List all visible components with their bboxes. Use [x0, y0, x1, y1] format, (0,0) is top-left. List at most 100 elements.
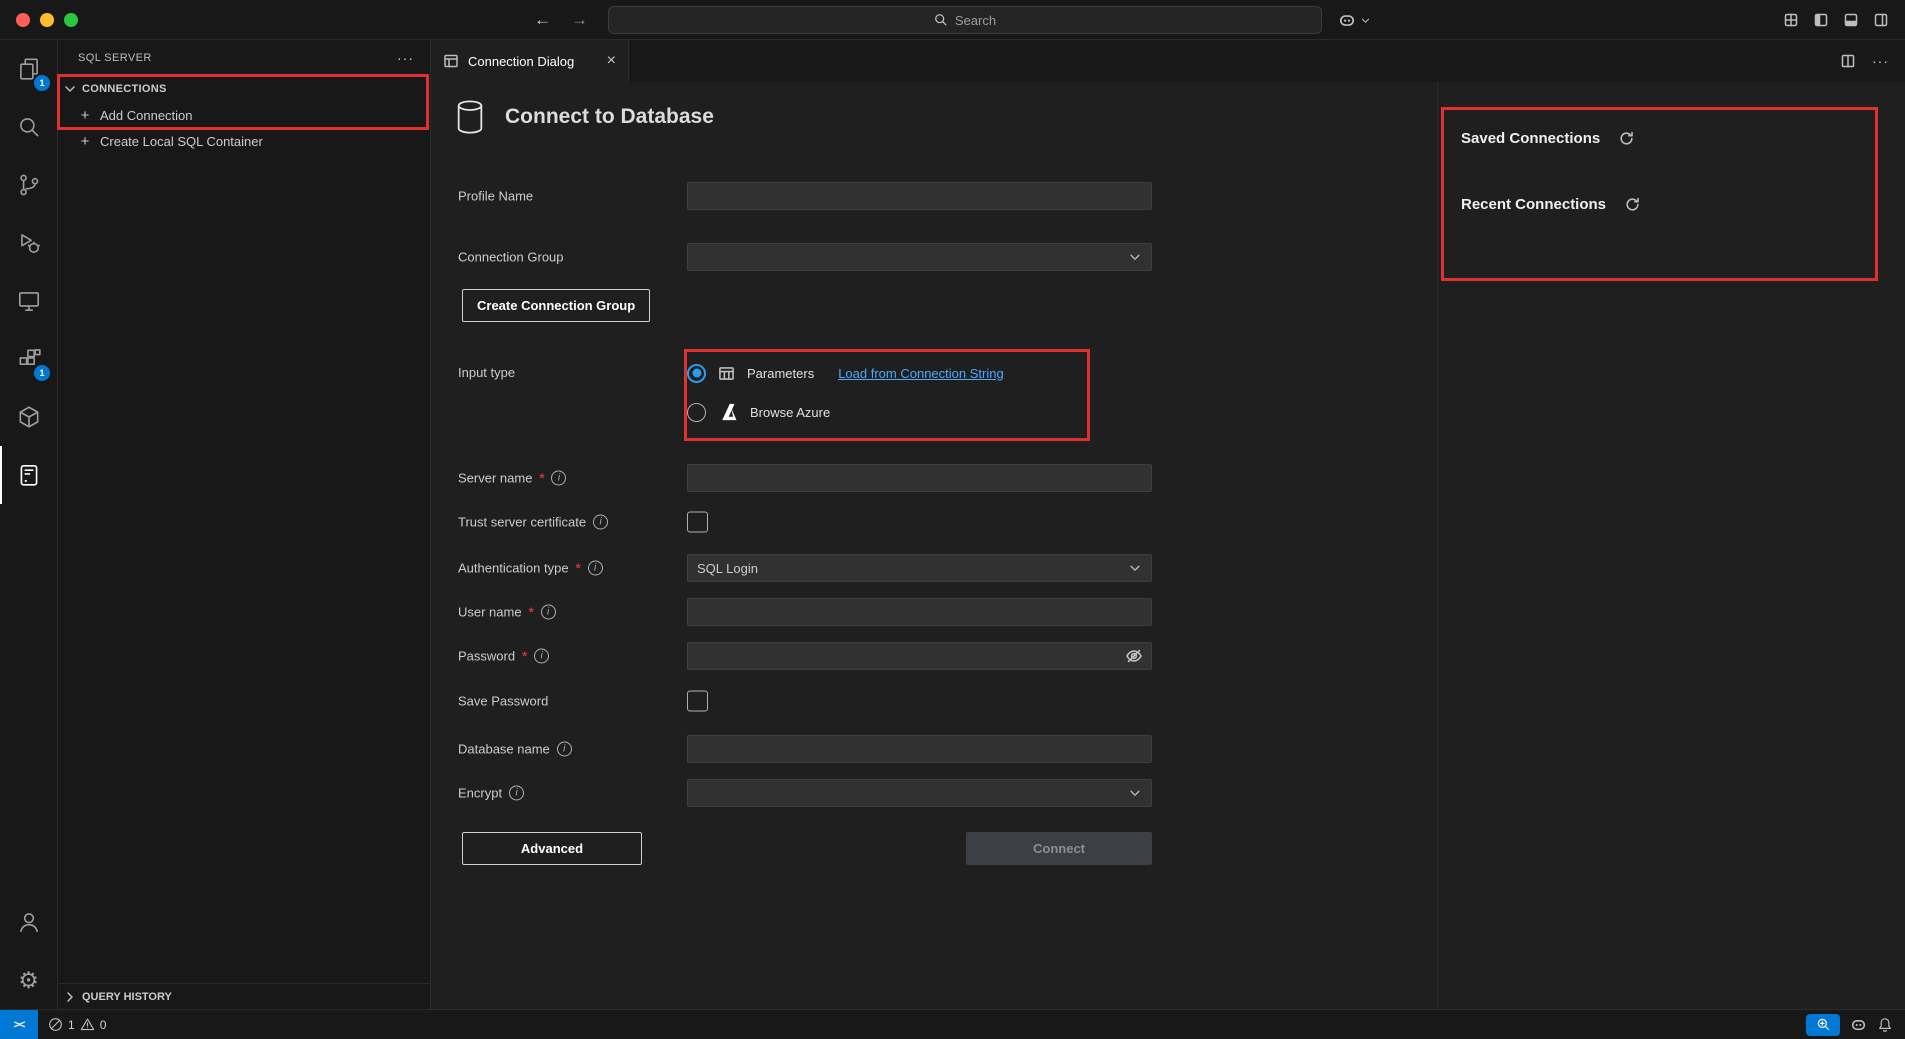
chevron-right-icon: [62, 989, 78, 1005]
sql-server-icon: [16, 462, 42, 488]
chevron-down-icon: [1128, 786, 1142, 800]
chevron-down-icon: [1360, 15, 1371, 26]
query-history-section-header[interactable]: QUERY HISTORY: [58, 983, 430, 1009]
user-name-label: User name *: [458, 605, 556, 620]
tab-bar: Connection Dialog × ···: [431, 40, 1905, 82]
editor-more-actions[interactable]: ···: [1872, 53, 1889, 69]
warning-icon: [80, 1017, 95, 1032]
parameters-radio[interactable]: [687, 364, 706, 383]
activity-source-control[interactable]: [0, 156, 57, 214]
toggle-password-visibility-icon[interactable]: [1125, 647, 1143, 665]
zoom-status-item[interactable]: [1806, 1014, 1840, 1036]
sidebar-item-create-local-sql-container[interactable]: + Create Local SQL Container: [58, 128, 430, 154]
input-type-label: Input type: [458, 365, 515, 380]
info-icon[interactable]: [593, 515, 608, 530]
refresh-recent-connections-icon[interactable]: [1624, 196, 1641, 213]
tab-label: Connection Dialog: [468, 54, 574, 69]
recent-connections-header: Recent Connections: [1461, 196, 1606, 213]
notifications-bell-icon[interactable]: [1877, 1017, 1893, 1033]
encrypt-dropdown[interactable]: [687, 779, 1152, 807]
database-name-input[interactable]: [687, 735, 1152, 763]
remote-indicator[interactable]: ><: [0, 1010, 38, 1039]
activity-remote-explorer[interactable]: [0, 272, 57, 330]
required-marker: *: [539, 471, 544, 486]
sidebar-more-actions[interactable]: ···: [397, 50, 414, 66]
toggle-primary-sidebar-icon[interactable]: [1813, 12, 1829, 28]
create-connection-group-button[interactable]: Create Connection Group: [462, 289, 650, 322]
minimize-window-button[interactable]: [40, 13, 54, 27]
info-icon[interactable]: [588, 561, 603, 576]
required-marker: *: [576, 561, 581, 576]
history-forward-button[interactable]: →: [571, 10, 588, 30]
split-editor-icon[interactable]: [1840, 53, 1856, 69]
sidebar-item-add-connection[interactable]: + Add Connection: [58, 102, 430, 128]
database-name-label: Database name: [458, 742, 572, 757]
info-icon[interactable]: [557, 742, 572, 757]
activity-containers[interactable]: [0, 388, 57, 446]
required-marker: *: [522, 649, 527, 664]
activity-settings[interactable]: ⚙: [0, 951, 57, 1009]
chevron-down-icon: [1128, 250, 1142, 264]
cube-icon: [16, 404, 42, 430]
profile-name-input[interactable]: [687, 182, 1152, 210]
chevron-down-icon: [62, 81, 78, 97]
authentication-type-label: Authentication type *: [458, 561, 603, 576]
plus-icon: +: [79, 107, 91, 124]
customize-layout-icon[interactable]: [1783, 12, 1799, 28]
save-password-label: Save Password: [458, 694, 548, 709]
server-name-input[interactable]: [687, 464, 1152, 492]
password-input[interactable]: [687, 642, 1152, 670]
load-from-connection-string-link[interactable]: Load from Connection String: [838, 366, 1003, 381]
activity-sql-server[interactable]: [0, 446, 57, 504]
sidebar-title: SQL SERVER: [78, 52, 152, 64]
connect-button[interactable]: Connect: [966, 832, 1152, 865]
warning-count: 0: [100, 1018, 107, 1032]
info-icon[interactable]: [551, 471, 566, 486]
info-icon[interactable]: [534, 649, 549, 664]
close-window-button[interactable]: [16, 13, 30, 27]
activity-extensions[interactable]: 1: [0, 330, 57, 388]
user-name-input[interactable]: [687, 598, 1152, 626]
info-icon[interactable]: [541, 605, 556, 620]
toggle-panel-icon[interactable]: [1843, 12, 1859, 28]
connections-section-header[interactable]: CONNECTIONS: [58, 76, 430, 102]
command-center-search[interactable]: Search: [608, 6, 1322, 34]
connection-group-dropdown[interactable]: [687, 243, 1152, 271]
plus-icon: +: [79, 133, 91, 150]
refresh-saved-connections-icon[interactable]: [1618, 130, 1635, 147]
advanced-button[interactable]: Advanced: [462, 832, 642, 865]
copilot-menu[interactable]: [1338, 0, 1371, 40]
activity-accounts[interactable]: [0, 893, 57, 951]
extensions-badge: 1: [34, 365, 50, 381]
title-bar: ← → Search: [0, 0, 1905, 40]
database-icon: [456, 100, 484, 134]
password-label: Password *: [458, 649, 549, 664]
copilot-icon: [1338, 11, 1356, 29]
tab-connection-dialog[interactable]: Connection Dialog ×: [431, 40, 629, 82]
remote-explorer-icon: [16, 288, 42, 314]
traffic-lights: [16, 13, 78, 27]
activity-explorer[interactable]: 1: [0, 40, 57, 98]
activity-run-debug[interactable]: [0, 214, 57, 272]
parameters-radio-label: Parameters: [747, 366, 814, 381]
authentication-type-dropdown[interactable]: SQL Login: [687, 554, 1152, 582]
save-password-checkbox[interactable]: [687, 691, 708, 712]
saved-connections-header: Saved Connections: [1461, 130, 1600, 147]
connection-dialog-tab-icon: [443, 53, 459, 69]
maximize-window-button[interactable]: [64, 13, 78, 27]
page-title: Connect to Database: [505, 105, 714, 129]
search-icon: [16, 114, 42, 140]
encrypt-label: Encrypt: [458, 786, 524, 801]
info-icon[interactable]: [509, 786, 524, 801]
editor-area: Connection Dialog × ···: [431, 40, 1905, 1009]
browse-azure-radio[interactable]: [687, 403, 706, 422]
copilot-status-icon[interactable]: [1850, 1016, 1867, 1033]
activity-search[interactable]: [0, 98, 57, 156]
trust-server-certificate-checkbox[interactable]: [687, 512, 708, 533]
connections-browser-panel: Saved Connections Recent Connections: [1437, 82, 1905, 1009]
toggle-secondary-sidebar-icon[interactable]: [1873, 12, 1889, 28]
tab-close-icon[interactable]: ×: [607, 53, 616, 69]
azure-icon: [718, 402, 738, 422]
problems-status[interactable]: 1 0: [38, 1017, 116, 1032]
history-back-button[interactable]: ←: [534, 10, 551, 30]
